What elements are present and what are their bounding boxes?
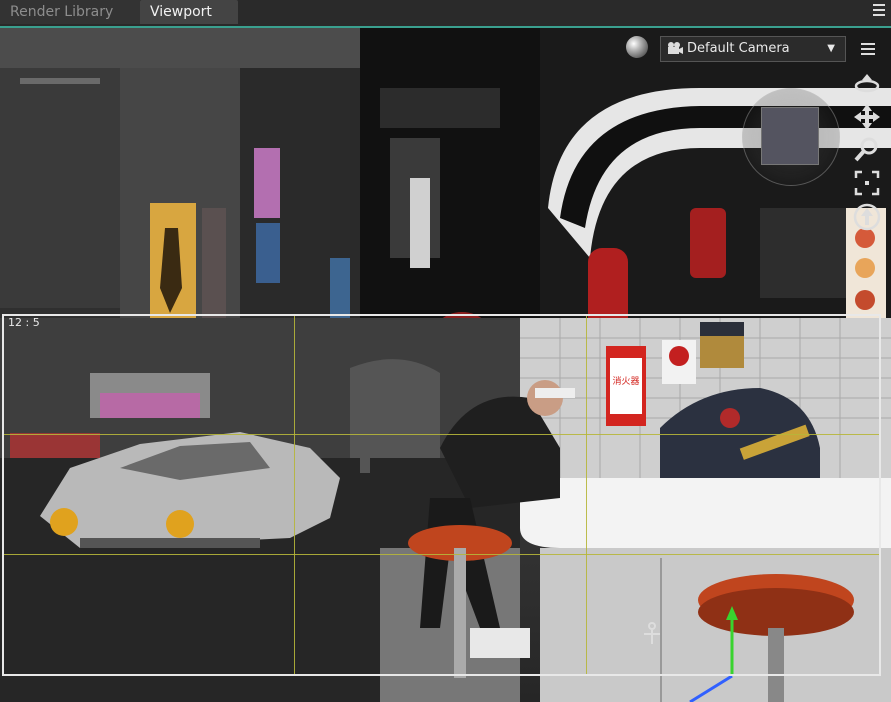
thirds-guide-v1 bbox=[294, 316, 295, 674]
viewport-menu-icon[interactable] bbox=[858, 40, 878, 58]
tab-render-library[interactable]: Render Library bbox=[0, 0, 140, 24]
panel-menu-icon[interactable] bbox=[871, 2, 887, 18]
shaded-sphere-icon[interactable] bbox=[626, 36, 648, 58]
thirds-guide-h2 bbox=[4, 554, 879, 555]
aim-up-icon[interactable] bbox=[852, 202, 882, 232]
navigation-cube-face[interactable] bbox=[761, 107, 819, 165]
frame-icon[interactable] bbox=[852, 168, 882, 198]
thirds-guide-h1 bbox=[4, 434, 879, 435]
camera-icon bbox=[668, 42, 683, 54]
camera-select-value: Default Camera bbox=[687, 41, 790, 56]
zoom-icon[interactable] bbox=[852, 134, 882, 164]
pan-icon[interactable] bbox=[852, 102, 882, 132]
orbit-icon[interactable] bbox=[852, 68, 882, 98]
thirds-guide-v2 bbox=[586, 316, 587, 674]
viewport-canvas[interactable]: 消火器 12: 5 Default Camera ▼ bbox=[0, 28, 891, 702]
chevron-down-icon: ▼ bbox=[827, 43, 835, 54]
tab-viewport[interactable]: Viewport bbox=[140, 0, 238, 24]
tab-bar: Render Library Viewport bbox=[0, 0, 891, 28]
navigation-cube[interactable] bbox=[742, 88, 840, 186]
frame-ratio-label: 12 : 5 bbox=[8, 316, 40, 329]
camera-select[interactable]: Default Camera ▼ bbox=[660, 36, 846, 62]
safe-frame bbox=[2, 314, 881, 676]
